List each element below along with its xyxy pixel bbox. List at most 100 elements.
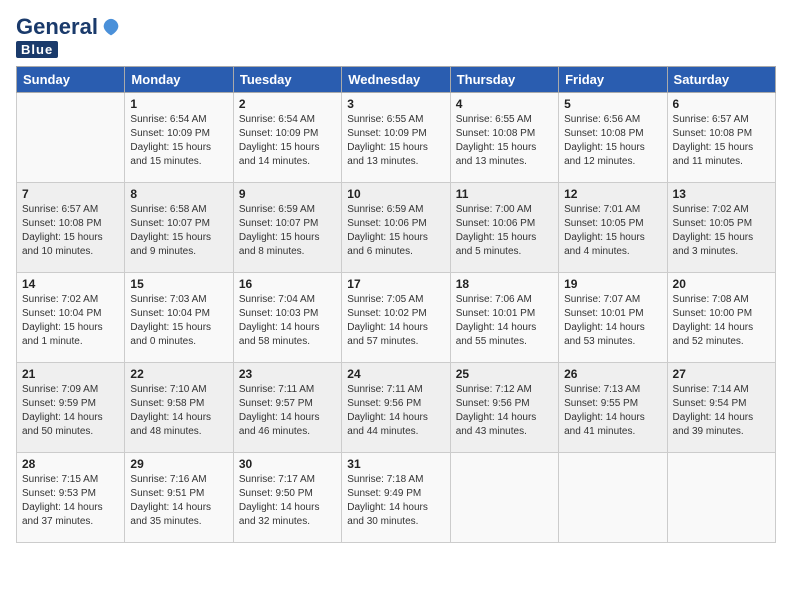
cell-info: Sunrise: 7:02 AM Sunset: 10:04 PM Daylig… xyxy=(22,293,119,349)
calendar-week-row: 28Sunrise: 7:15 AM Sunset: 9:53 PM Dayli… xyxy=(17,453,776,543)
logo-general: General xyxy=(16,16,122,39)
header-row: SundayMondayTuesdayWednesdayThursdayFrid… xyxy=(17,67,776,93)
header-day: Friday xyxy=(559,67,667,93)
calendar-week-row: 7 Sunrise: 6:57 AM Sunset: 10:08 PM Dayli… xyxy=(17,183,776,273)
cell-info: Sunrise: 6:54 AM Sunset: 10:09 PM Daylig… xyxy=(239,113,336,169)
calendar-cell xyxy=(17,93,125,183)
cell-info: Sunrise: 7:04 AM Sunset: 10:03 PM Daylig… xyxy=(239,293,336,349)
calendar-week-row: 21 Sunrise: 7:09 AM Sunset: 9:59 PM Dayli… xyxy=(17,363,776,453)
cell-info: Sunrise: 7:02 AM Sunset: 10:05 PM Daylig… xyxy=(673,203,770,259)
logo-blue: Blue xyxy=(16,41,58,58)
cell-info: Sunrise: 7:16 AM Sunset: 9:51 PM Dayligh… xyxy=(130,473,227,529)
cell-info: Sunrise: 6:55 AM Sunset: 10:09 PM Daylig… xyxy=(347,113,444,169)
calendar-table: SundayMondayTuesdayWednesdayThursdayFrid… xyxy=(16,66,776,543)
cell-info: Sunrise: 7:11 AM Sunset: 9:56 PM Dayligh… xyxy=(347,383,444,439)
calendar-cell: 20 Sunrise: 7:08 AM Sunset: 10:00 PM Dayl… xyxy=(667,273,775,363)
calendar-cell: 27 Sunrise: 7:14 AM Sunset: 9:54 PM Dayli… xyxy=(667,363,775,453)
calendar-cell: 31 Sunrise: 7:18 AM Sunset: 9:49 PM Dayli… xyxy=(342,453,450,543)
cell-info: Sunrise: 6:59 AM Sunset: 10:07 PM Daylig… xyxy=(239,203,336,259)
day-number: 25 xyxy=(456,367,553,381)
cell-info: Sunrise: 7:08 AM Sunset: 10:00 PM Daylig… xyxy=(673,293,770,349)
calendar-cell: 16 Sunrise: 7:04 AM Sunset: 10:03 PM Dayl… xyxy=(233,273,341,363)
calendar-week-row: 14 Sunrise: 7:02 AM Sunset: 10:04 PM Dayl… xyxy=(17,273,776,363)
calendar-cell: 10 Sunrise: 6:59 AM Sunset: 10:06 PM Dayl… xyxy=(342,183,450,273)
day-number: 8 xyxy=(130,187,227,201)
calendar-cell: 25 Sunrise: 7:12 AM Sunset: 9:56 PM Dayli… xyxy=(450,363,558,453)
calendar-cell: 26 Sunrise: 7:13 AM Sunset: 9:55 PM Dayli… xyxy=(559,363,667,453)
calendar-cell: 23 Sunrise: 7:11 AM Sunset: 9:57 PM Dayli… xyxy=(233,363,341,453)
cell-info: Sunrise: 7:11 AM Sunset: 9:57 PM Dayligh… xyxy=(239,383,336,439)
cell-info: Sunrise: 7:13 AM Sunset: 9:55 PM Dayligh… xyxy=(564,383,661,439)
day-number: 20 xyxy=(673,277,770,291)
calendar-cell: 14 Sunrise: 7:02 AM Sunset: 10:04 PM Dayl… xyxy=(17,273,125,363)
day-number: 24 xyxy=(347,367,444,381)
calendar-cell: 1 Sunrise: 6:54 AM Sunset: 10:09 PM Dayli… xyxy=(125,93,233,183)
day-number: 4 xyxy=(456,97,553,111)
calendar-cell: 5 Sunrise: 6:56 AM Sunset: 10:08 PM Dayli… xyxy=(559,93,667,183)
day-number: 15 xyxy=(130,277,227,291)
day-number: 30 xyxy=(239,457,336,471)
cell-info: Sunrise: 7:05 AM Sunset: 10:02 PM Daylig… xyxy=(347,293,444,349)
day-number: 13 xyxy=(673,187,770,201)
day-number: 7 xyxy=(22,187,119,201)
cell-info: Sunrise: 7:03 AM Sunset: 10:04 PM Daylig… xyxy=(130,293,227,349)
calendar-cell: 18 Sunrise: 7:06 AM Sunset: 10:01 PM Dayl… xyxy=(450,273,558,363)
calendar-cell: 21 Sunrise: 7:09 AM Sunset: 9:59 PM Dayli… xyxy=(17,363,125,453)
calendar-cell: 9 Sunrise: 6:59 AM Sunset: 10:07 PM Dayli… xyxy=(233,183,341,273)
cell-info: Sunrise: 6:56 AM Sunset: 10:08 PM Daylig… xyxy=(564,113,661,169)
day-number: 23 xyxy=(239,367,336,381)
day-number: 27 xyxy=(673,367,770,381)
calendar-cell xyxy=(559,453,667,543)
cell-info: Sunrise: 7:09 AM Sunset: 9:59 PM Dayligh… xyxy=(22,383,119,439)
calendar-cell: 28Sunrise: 7:15 AM Sunset: 9:53 PM Dayli… xyxy=(17,453,125,543)
day-number: 31 xyxy=(347,457,444,471)
calendar-cell: 13 Sunrise: 7:02 AM Sunset: 10:05 PM Dayl… xyxy=(667,183,775,273)
day-number: 12 xyxy=(564,187,661,201)
calendar-week-row: 1 Sunrise: 6:54 AM Sunset: 10:09 PM Dayli… xyxy=(17,93,776,183)
cell-info: Sunrise: 6:58 AM Sunset: 10:07 PM Daylig… xyxy=(130,203,227,259)
calendar-cell: 7 Sunrise: 6:57 AM Sunset: 10:08 PM Dayli… xyxy=(17,183,125,273)
cell-info: Sunrise: 7:18 AM Sunset: 9:49 PM Dayligh… xyxy=(347,473,444,529)
header-day: Thursday xyxy=(450,67,558,93)
calendar-cell: 2Sunrise: 6:54 AM Sunset: 10:09 PM Dayli… xyxy=(233,93,341,183)
calendar-cell: 22 Sunrise: 7:10 AM Sunset: 9:58 PM Dayli… xyxy=(125,363,233,453)
header-day: Wednesday xyxy=(342,67,450,93)
day-number: 26 xyxy=(564,367,661,381)
cell-info: Sunrise: 7:00 AM Sunset: 10:06 PM Daylig… xyxy=(456,203,553,259)
day-number: 19 xyxy=(564,277,661,291)
calendar-cell xyxy=(667,453,775,543)
day-number: 21 xyxy=(22,367,119,381)
day-number: 22 xyxy=(130,367,227,381)
day-number: 16 xyxy=(239,277,336,291)
cell-info: Sunrise: 7:10 AM Sunset: 9:58 PM Dayligh… xyxy=(130,383,227,439)
header-day: Tuesday xyxy=(233,67,341,93)
day-number: 10 xyxy=(347,187,444,201)
cell-info: Sunrise: 7:01 AM Sunset: 10:05 PM Daylig… xyxy=(564,203,661,259)
day-number: 14 xyxy=(22,277,119,291)
day-number: 11 xyxy=(456,187,553,201)
day-number: 3 xyxy=(347,97,444,111)
cell-info: Sunrise: 7:07 AM Sunset: 10:01 PM Daylig… xyxy=(564,293,661,349)
cell-info: Sunrise: 6:57 AM Sunset: 10:08 PM Daylig… xyxy=(22,203,119,259)
calendar-cell: 30Sunrise: 7:17 AM Sunset: 9:50 PM Dayli… xyxy=(233,453,341,543)
day-number: 1 xyxy=(130,97,227,111)
day-number: 18 xyxy=(456,277,553,291)
cell-info: Sunrise: 7:06 AM Sunset: 10:01 PM Daylig… xyxy=(456,293,553,349)
cell-info: Sunrise: 6:59 AM Sunset: 10:06 PM Daylig… xyxy=(347,203,444,259)
calendar-cell: 3 Sunrise: 6:55 AM Sunset: 10:09 PM Dayli… xyxy=(342,93,450,183)
day-number: 9 xyxy=(239,187,336,201)
calendar-cell: 29 Sunrise: 7:16 AM Sunset: 9:51 PM Dayli… xyxy=(125,453,233,543)
day-number: 29 xyxy=(130,457,227,471)
calendar-cell: 8 Sunrise: 6:58 AM Sunset: 10:07 PM Dayli… xyxy=(125,183,233,273)
calendar-cell: 6Sunrise: 6:57 AM Sunset: 10:08 PM Dayli… xyxy=(667,93,775,183)
header-day: Sunday xyxy=(17,67,125,93)
calendar-cell: 17Sunrise: 7:05 AM Sunset: 10:02 PM Dayl… xyxy=(342,273,450,363)
cell-info: Sunrise: 7:14 AM Sunset: 9:54 PM Dayligh… xyxy=(673,383,770,439)
calendar-cell: 19 Sunrise: 7:07 AM Sunset: 10:01 PM Dayl… xyxy=(559,273,667,363)
cell-info: Sunrise: 7:12 AM Sunset: 9:56 PM Dayligh… xyxy=(456,383,553,439)
cell-info: Sunrise: 6:54 AM Sunset: 10:09 PM Daylig… xyxy=(130,113,227,169)
calendar-cell: 15 Sunrise: 7:03 AM Sunset: 10:04 PM Dayl… xyxy=(125,273,233,363)
cell-info: Sunrise: 7:15 AM Sunset: 9:53 PM Dayligh… xyxy=(22,473,119,529)
cell-info: Sunrise: 6:57 AM Sunset: 10:08 PM Daylig… xyxy=(673,113,770,169)
day-number: 5 xyxy=(564,97,661,111)
